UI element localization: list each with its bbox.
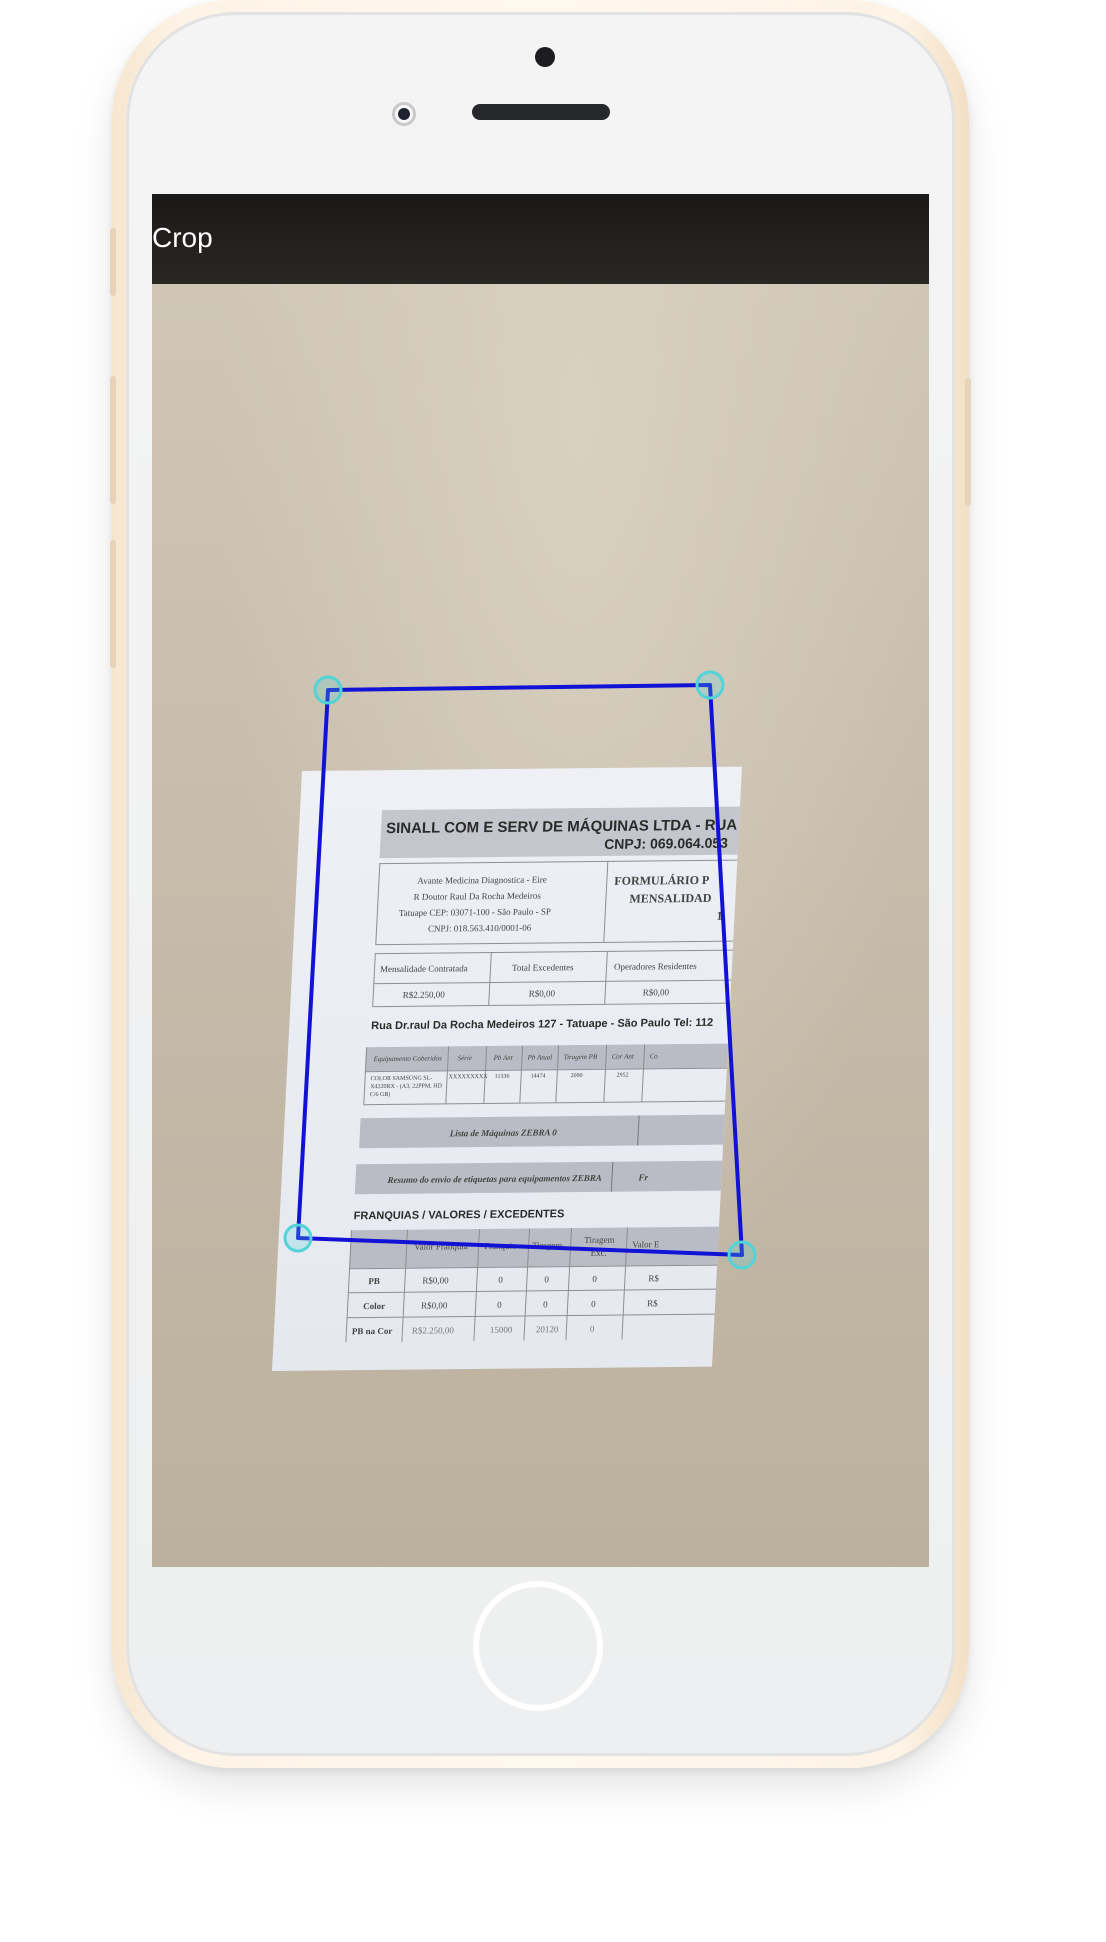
crop-handle-bottom-right[interactable] — [727, 1240, 757, 1270]
proximity-sensor — [392, 102, 416, 126]
crop-handle-top-right[interactable] — [695, 670, 725, 700]
crop-handle-bottom-left[interactable] — [283, 1223, 313, 1253]
volume-down-button — [110, 540, 116, 668]
power-button — [965, 378, 971, 506]
volume-up-button — [110, 376, 116, 504]
crop-overlay — [283, 670, 757, 1270]
crop-handle-top-left[interactable] — [313, 675, 343, 705]
phone-screen: Crop SINALL COM E SERV DE MÁQUINAS LTDA … — [152, 194, 929, 1567]
earpiece-speaker — [472, 104, 610, 120]
home-button[interactable] — [473, 1581, 603, 1711]
front-camera — [535, 47, 555, 67]
silent-switch — [110, 228, 116, 296]
crop-quad — [296, 683, 744, 1257]
